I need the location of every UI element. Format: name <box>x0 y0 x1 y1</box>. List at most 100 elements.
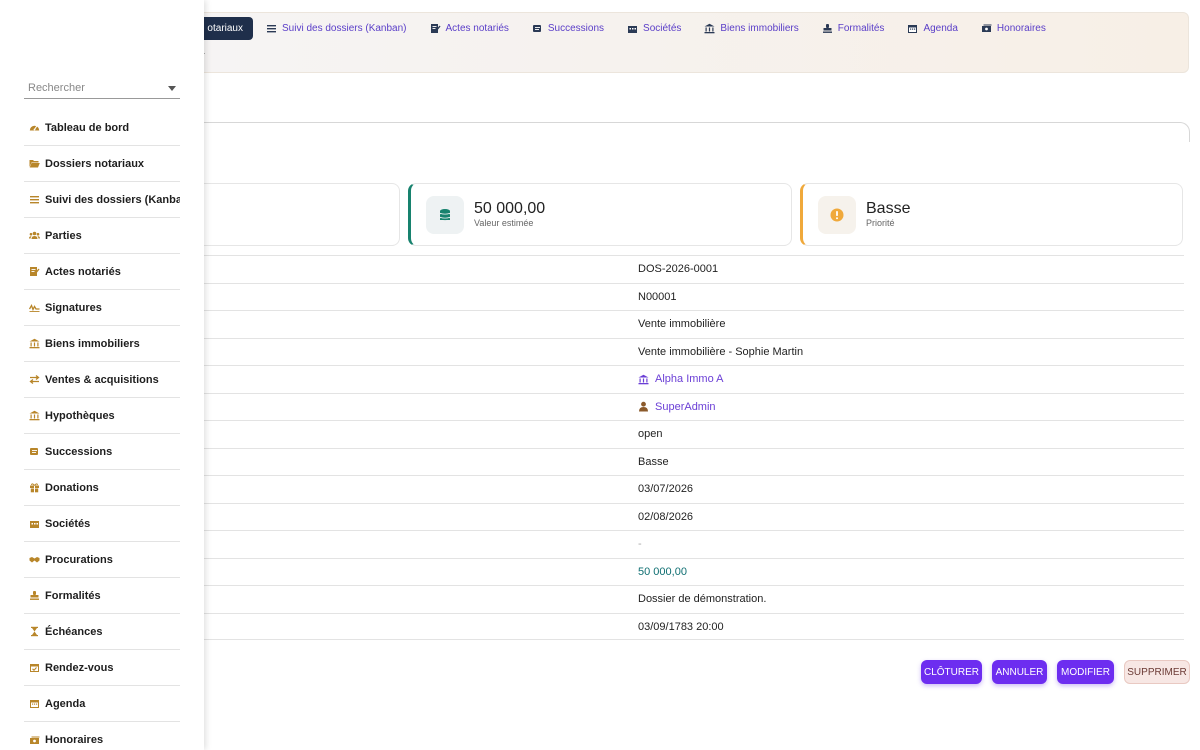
sidebar-item-label: Rendez-vous <box>45 661 114 674</box>
sidebar-item-label: Formalités <box>45 589 101 602</box>
signature-line-icon <box>29 302 40 313</box>
table-row: Vente immobilière - Sophie Martin <box>196 337 1184 366</box>
stat-card-priority: Basse Priorité <box>800 183 1183 246</box>
topnav-label: Biens immobiliers <box>720 23 799 34</box>
topnav-label: Agenda <box>923 23 958 34</box>
sidebar-item-signatures[interactable]: Signatures <box>24 290 180 326</box>
sidebar-item-formalites[interactable]: Formalités <box>24 578 180 614</box>
landmark-icon <box>29 410 40 421</box>
sidebar: Rechercher Tableau de bord Dossiers nota… <box>0 0 204 750</box>
sidebar-item-societes[interactable]: Sociétés <box>24 506 180 542</box>
sidebar-item-actes-notaries[interactable]: Actes notariés <box>24 254 180 290</box>
section-divider <box>196 122 1190 142</box>
date-open-value: 03/07/2026 <box>638 483 694 495</box>
sidebar-item-ventes-acquisitions[interactable]: Ventes & acquisitions <box>24 362 180 398</box>
sidebar-item-label: Successions <box>45 445 113 458</box>
sidebar-item-label: Échéances <box>45 625 103 638</box>
topnav-item-biens-immobiliers[interactable]: Biens immobiliers <box>704 23 799 34</box>
detail-table: DOS-2026-0001 N00001 Vente immobilière V… <box>196 255 1184 640</box>
sidebar-item-label: Dossiers notariaux <box>45 157 145 170</box>
table-row: 02/08/2026 <box>196 502 1184 531</box>
landmark-icon <box>638 374 649 385</box>
estimated-value: 50 000,00 <box>474 200 546 217</box>
sidebar-item-tableau-de-bord[interactable]: Tableau de bord <box>24 110 180 146</box>
sidebar-item-kanban[interactable]: Suivi des dossiers (Kanban) <box>24 182 180 218</box>
topnav-item-societes[interactable]: Sociétés <box>627 23 681 34</box>
coins-icon <box>426 195 464 234</box>
cancel-button[interactable]: ANNULER <box>992 660 1047 684</box>
sidebar-item-label: Honoraires <box>45 734 104 746</box>
sidebar-item-parties[interactable]: Parties <box>24 218 180 254</box>
users-icon <box>29 230 40 241</box>
topnav-label: Formalités <box>837 23 885 34</box>
folder-open-icon <box>29 158 40 169</box>
table-row: - <box>196 530 1184 558</box>
topnav-item-actes-notaries[interactable]: Actes notariés <box>430 23 509 34</box>
list-icon <box>29 194 40 205</box>
estimated-value-label: Valeur estimée <box>474 218 534 228</box>
table-row: Vente immobilière <box>196 310 1184 338</box>
owner-link[interactable]: SuperAdmin <box>638 401 716 413</box>
title-value: Vente immobilière - Sophie Martin <box>638 345 804 358</box>
table-row: Basse <box>196 447 1184 476</box>
priority-row-value: Basse <box>638 455 669 468</box>
sidebar-item-label: Hypothèques <box>45 409 115 422</box>
reference-value: DOS-2026-0001 <box>638 263 719 275</box>
signature-icon <box>430 23 441 34</box>
gift-icon <box>29 482 40 493</box>
industry-icon <box>29 518 40 529</box>
sidebar-item-label: Suivi des dossiers (Kanban) <box>45 193 180 206</box>
topnav-label: Sociétés <box>643 23 682 34</box>
stamp-icon <box>822 23 833 34</box>
date-due-value: 02/08/2026 <box>638 510 694 523</box>
stat-card-1 <box>196 183 400 246</box>
sidebar-item-label: Actes notariés <box>45 265 121 278</box>
sidebar-item-dossiers-notariaux[interactable]: Dossiers notariaux <box>24 146 180 182</box>
sidebar-menu: Tableau de bord Dossiers notariaux Suivi… <box>24 110 180 750</box>
table-row: open <box>196 420 1184 448</box>
sidebar-item-rendez-vous[interactable]: Rendez-vous <box>24 650 180 686</box>
note-value: Dossier de démonstration. <box>638 593 767 605</box>
sidebar-item-hypotheques[interactable]: Hypothèques <box>24 398 180 434</box>
priority-value: Basse <box>866 200 911 217</box>
table-row: Dossier de démonstration. <box>196 585 1184 613</box>
close-file-button[interactable]: CLÔTURER <box>921 660 982 684</box>
sidebar-item-agenda[interactable]: Agenda <box>24 686 180 722</box>
table-row: SuperAdmin <box>196 392 1184 421</box>
topnav-item-successions[interactable]: Successions <box>532 23 604 34</box>
topnav-label: Honoraires <box>996 23 1046 34</box>
sidebar-item-label: Biens immobiliers <box>45 337 140 350</box>
company-name: Alpha Immo A <box>655 373 724 385</box>
sidebar-item-procurations[interactable]: Procurations <box>24 542 180 578</box>
sidebar-item-echeances[interactable]: Échéances <box>24 614 180 650</box>
delete-button[interactable]: SUPPRIMER <box>1124 660 1190 684</box>
handshake-icon <box>29 554 40 565</box>
topnav-item-dossiers-notariaux[interactable]: otariaux <box>196 17 253 40</box>
calendar-check-icon <box>29 662 40 673</box>
owner-name: SuperAdmin <box>655 400 716 413</box>
list-icon <box>266 23 277 34</box>
sidebar-item-label: Agenda <box>45 697 86 710</box>
empty-value: - <box>638 538 642 550</box>
money-bill-icon <box>981 23 992 34</box>
topnav-item-honoraires[interactable]: Honoraires <box>981 23 1046 34</box>
topnav-item-agenda[interactable]: Agenda <box>907 23 958 34</box>
stat-card-value: 50 000,00 Valeur estimée <box>408 183 792 246</box>
sidebar-item-successions[interactable]: Successions <box>24 434 180 470</box>
topnav-item-kanban[interactable]: Suivi des dossiers (Kanban) <box>266 23 407 34</box>
company-link[interactable]: Alpha Immo A <box>638 373 723 385</box>
table-row: DOS-2026-0001 <box>196 255 1184 283</box>
sidebar-item-honoraires[interactable]: Honoraires <box>24 722 180 750</box>
action-bar: CLÔTURER ANNULER MODIFIER SUPPRIMER <box>921 660 1190 684</box>
edit-button[interactable]: MODIFIER <box>1057 660 1114 684</box>
topnav-item-formalites[interactable]: Formalités <box>822 23 885 34</box>
search-select[interactable]: Rechercher <box>24 80 180 99</box>
priority-label: Priorité <box>866 218 895 228</box>
industry-icon <box>627 23 638 34</box>
landmark-icon <box>704 23 715 34</box>
signature-icon <box>29 266 40 277</box>
sidebar-item-label: Parties <box>45 229 82 242</box>
sidebar-item-donations[interactable]: Donations <box>24 470 180 506</box>
scroll-icon <box>532 23 543 34</box>
sidebar-item-biens-immobiliers[interactable]: Biens immobiliers <box>24 326 180 362</box>
